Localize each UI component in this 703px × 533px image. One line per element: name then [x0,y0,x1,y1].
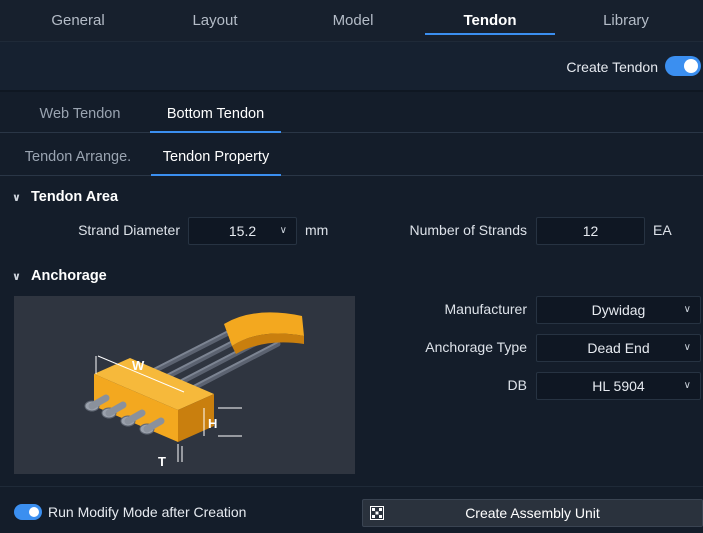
tab-tendon-property[interactable]: Tendon Property [151,139,281,176]
tab-library[interactable]: Library [556,0,696,42]
select-value: 15.2 [228,223,257,239]
create-tendon-row: Create Tendon [0,42,703,92]
active-tab-indicator [151,174,281,176]
number-of-strands-unit: EA [653,222,672,238]
tab-label: Tendon Property [162,149,270,165]
anchorage-illustration: W H T [84,312,304,469]
anchorage-header[interactable]: ∨ Anchorage [12,268,107,284]
run-modify-toggle[interactable] [14,504,42,520]
button-label: Create Assembly Unit [465,505,600,521]
thickness-label: T [158,454,166,469]
chevron-down-icon: ∨ [12,271,21,283]
chevron-down-icon: ∨ [279,225,287,236]
create-assembly-unit-button[interactable]: Create Assembly Unit [362,499,703,527]
main-tab-bar: General Layout Model Tendon Library [0,0,703,42]
tab-tendon[interactable]: Tendon [425,0,555,42]
toggle-knob [684,59,698,73]
section-title: Anchorage [31,268,107,284]
assembly-icon [370,506,384,520]
tendon-area-header[interactable]: ∨ Tendon Area [12,189,118,205]
tab-general[interactable]: General [8,0,148,42]
chevron-down-icon: ∨ [12,192,21,204]
select-value: Dywidag [591,302,646,318]
strand-diameter-unit: mm [305,222,329,238]
create-tendon-toggle[interactable] [665,56,701,76]
chevron-down-icon: ∨ [683,342,691,353]
chevron-down-icon: ∨ [683,304,691,315]
tendon-property-tabs: Tendon Arrange. Tendon Property [0,139,703,176]
anchorage-diagram: W H T [14,296,355,474]
anchorage-type-select[interactable]: Dead End ∨ [536,334,701,362]
number-of-strands-label: Number of Strands [409,222,528,238]
tab-label: Library [603,12,649,29]
bottom-action-bar: Run Modify Mode after Creation Create As… [0,486,703,533]
select-value: Dead End [587,340,650,356]
tab-layout[interactable]: Layout [145,0,285,42]
manufacturer-label: Manufacturer [444,301,527,317]
active-tab-indicator [425,33,555,35]
create-tendon-label: Create Tendon [566,59,658,75]
input-value: 12 [582,223,599,239]
tab-model[interactable]: Model [283,0,423,42]
run-modify-label: Run Modify Mode after Creation [48,504,247,520]
manufacturer-select[interactable]: Dywidag ∨ [536,296,701,324]
active-tab-indicator [150,131,281,133]
tab-label: Layout [192,12,238,29]
select-value: HL 5904 [592,378,645,394]
tendon-type-tabs: Web Tendon Bottom Tendon [0,96,703,133]
tab-label: Tendon [463,12,517,29]
height-label: H [208,416,217,431]
tab-tendon-arrange[interactable]: Tendon Arrange. [14,139,142,175]
strand-diameter-select[interactable]: 15.2 ∨ [188,217,297,245]
number-of-strands-input[interactable]: 12 [536,217,645,245]
anchorage-type-label: Anchorage Type [425,339,527,355]
chevron-down-icon: ∨ [683,380,691,391]
db-select[interactable]: HL 5904 ∨ [536,372,701,400]
section-title: Tendon Area [31,189,119,205]
tab-label: Tendon Arrange. [24,149,132,165]
tab-label: Web Tendon [39,106,121,122]
tab-label: Model [332,12,374,29]
tab-bottom-tendon[interactable]: Bottom Tendon [150,96,281,133]
tab-label: Bottom Tendon [166,106,265,122]
db-label: DB [507,377,527,393]
tab-label: General [51,12,105,29]
strand-diameter-label: Strand Diameter [78,222,180,238]
toggle-knob [29,507,39,517]
tab-web-tendon[interactable]: Web Tendon [22,96,138,132]
width-label: W [132,358,145,373]
